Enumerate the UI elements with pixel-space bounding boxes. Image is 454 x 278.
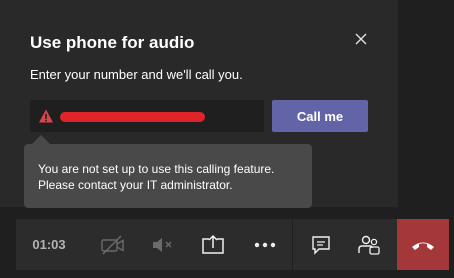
- participants-icon: [358, 235, 380, 255]
- tooltip-line-2: Please contact your IT administrator.: [38, 178, 233, 192]
- share-button[interactable]: [190, 219, 236, 270]
- speaker-mute-button[interactable]: [140, 219, 186, 270]
- call-controls-bar: 01:03: [16, 219, 449, 270]
- toolbar-divider: [292, 219, 293, 270]
- participants-button[interactable]: [346, 219, 392, 270]
- more-icon: [254, 242, 276, 247]
- phone-number-field: [30, 100, 264, 134]
- call-me-button[interactable]: Call me: [272, 100, 368, 132]
- speaker-muted-icon: [153, 237, 172, 252]
- share-screen-icon: [202, 234, 224, 254]
- chat-button[interactable]: [298, 219, 344, 270]
- tooltip-arrow: [32, 135, 50, 144]
- dialog-title: Use phone for audio: [30, 33, 195, 52]
- call-timer: 01:03: [32, 237, 66, 252]
- dialog-subtitle: Enter your number and we'll call you.: [30, 67, 243, 82]
- use-phone-dialog: Use phone for audio Enter your number an…: [0, 0, 398, 208]
- more-actions-button[interactable]: [242, 219, 288, 270]
- close-icon: [355, 33, 367, 45]
- phone-number-input[interactable]: [60, 100, 260, 134]
- camera-off-icon: [101, 235, 124, 254]
- hang-up-button[interactable]: [397, 219, 449, 270]
- hang-up-icon: [412, 242, 434, 250]
- warning-icon: [39, 109, 53, 123]
- error-tooltip: You are not set up to use this calling f…: [24, 144, 312, 208]
- close-button[interactable]: [350, 28, 372, 50]
- camera-off-button[interactable]: [90, 219, 136, 270]
- tooltip-line-1: You are not set up to use this calling f…: [38, 162, 275, 176]
- chat-icon: [312, 235, 330, 255]
